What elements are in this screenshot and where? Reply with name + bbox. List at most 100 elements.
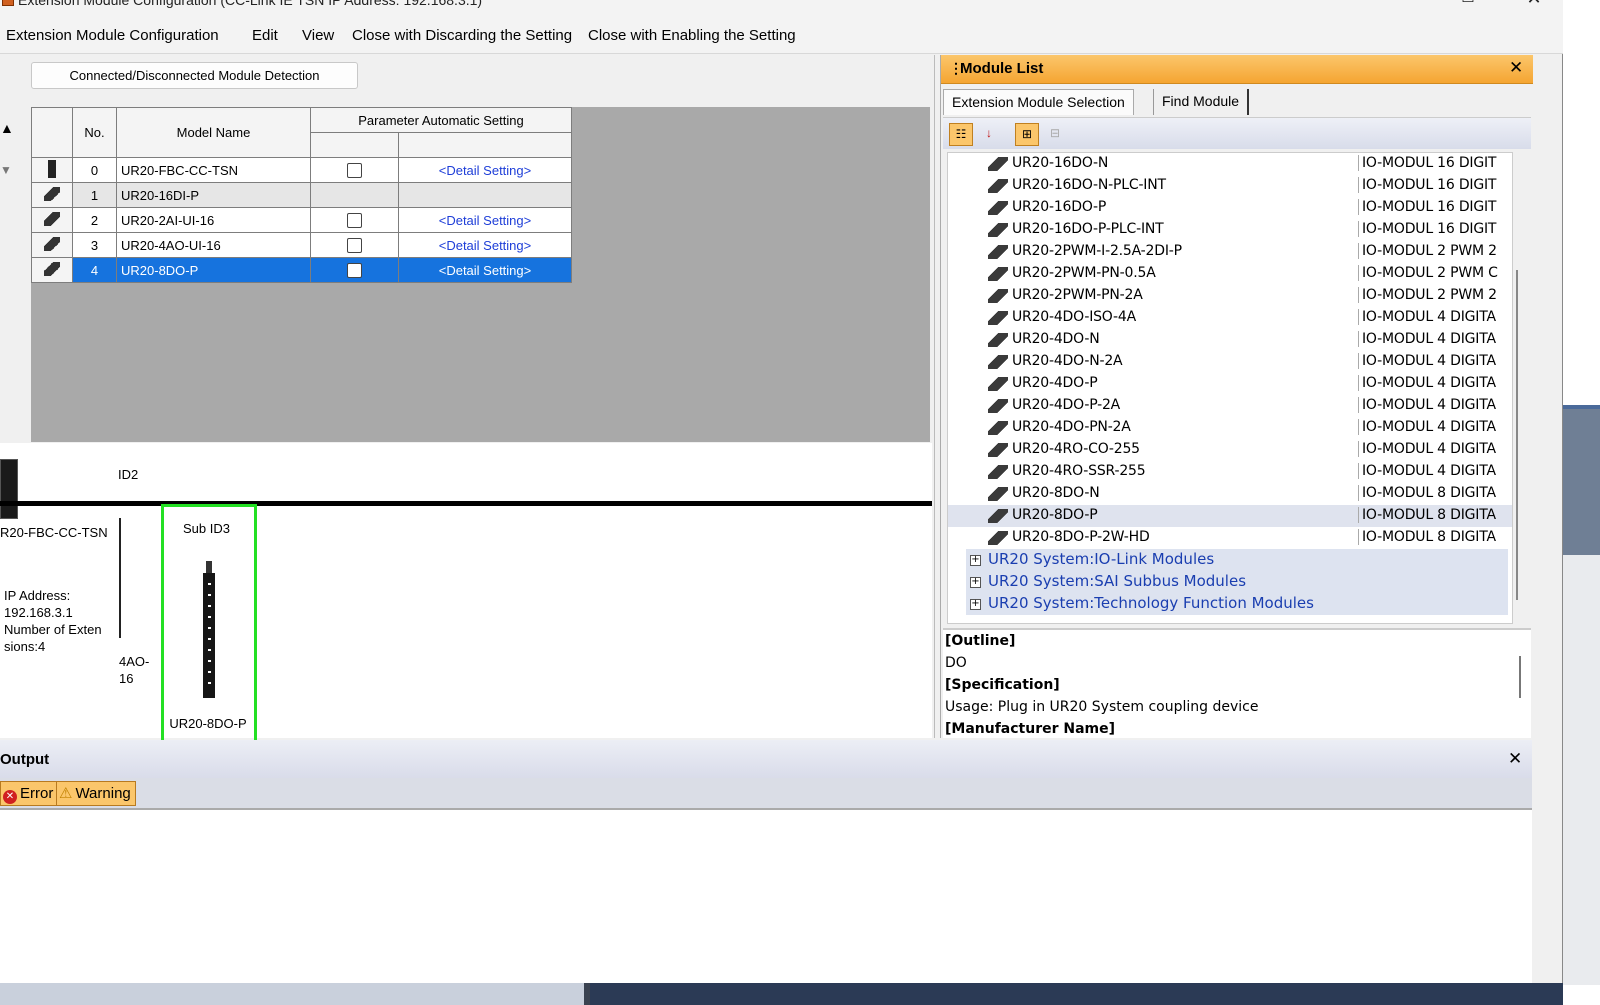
module-name: UR20-4DO-ISO-4A bbox=[1012, 309, 1136, 325]
list-item[interactable]: UR20-4DO-PN-2A IO-MODUL 4 DIGITA bbox=[948, 417, 1512, 439]
module-description: IO-MODUL 4 DIGITA bbox=[1358, 309, 1508, 325]
list-item[interactable]: UR20-4DO-P-2A IO-MODUL 4 DIGITA bbox=[948, 395, 1512, 417]
expand-icon[interactable]: + bbox=[970, 599, 981, 610]
subid3-label: Sub ID3 bbox=[183, 521, 230, 536]
detail-setting-link[interactable]: <Detail Setting> bbox=[398, 232, 572, 258]
list-item[interactable]: UR20-8DO-N IO-MODUL 8 DIGITA bbox=[948, 483, 1512, 505]
warning-icon: ⚠ bbox=[59, 785, 73, 802]
configuration-diagram: R20-FBC-CC-TSN IP Address: 192.168.3.1 N… bbox=[0, 443, 932, 786]
module-detection-button[interactable]: Connected/Disconnected Module Detection bbox=[31, 62, 358, 89]
move-up-icon[interactable]: ▲ bbox=[0, 120, 14, 136]
selected-module-label: UR20-8DO-P bbox=[169, 716, 247, 731]
error-filter-button[interactable]: ✕ Error bbox=[0, 781, 59, 806]
module-tree-list: UR20-16DO-N IO-MODUL 16 DIGIT UR20-16DO-N-… bbox=[947, 152, 1513, 624]
module-icon bbox=[988, 443, 1008, 457]
list-item[interactable]: UR20-4RO-CO-255 IO-MODUL 4 DIGITA bbox=[948, 439, 1512, 461]
list-item[interactable]: UR20-8DO-P-2W-HD IO-MODUL 8 DIGITA bbox=[948, 527, 1512, 549]
module-name: UR20-16DO-P-PLC-INT bbox=[1012, 221, 1164, 237]
list-item[interactable]: UR20-4DO-ISO-4A IO-MODUL 4 DIGITA bbox=[948, 307, 1512, 329]
table-row[interactable]: 1 UR20-16DI-P bbox=[31, 182, 572, 208]
category-view-icon[interactable]: ☷ bbox=[949, 123, 973, 146]
module-description: IO-MODUL 4 DIGITA bbox=[1358, 397, 1508, 413]
background-bar bbox=[1563, 409, 1600, 555]
maximize-icon[interactable]: ☐ bbox=[1458, 0, 1478, 12]
menu-close-enable[interactable]: Close with Enabling the Setting bbox=[588, 27, 796, 44]
module-outline-pane: [Outline] DO [Specification] Usage: Plug… bbox=[943, 628, 1531, 738]
table-row[interactable]: 0 UR20-FBC-CC-TSN <Detail Setting> bbox=[31, 157, 572, 183]
outline-value: DO bbox=[945, 655, 967, 671]
bus-line bbox=[0, 501, 932, 506]
table-row-selected[interactable]: 4 UR20-8DO-P <Detail Setting> bbox=[31, 257, 572, 283]
list-item[interactable]: UR20-8DO-P IO-MODUL 8 DIGITA bbox=[948, 505, 1512, 527]
list-item[interactable]: UR20-16DO-P-PLC-INT IO-MODUL 16 DIGIT bbox=[948, 219, 1512, 241]
param-checkbox-cell[interactable] bbox=[310, 157, 399, 183]
output-toolbar: ✕ Error ⚠ Warning bbox=[0, 778, 1532, 810]
vertical-scrollbar[interactable] bbox=[1516, 270, 1518, 600]
tree-group[interactable]: + UR20 System:SAI Subbus Modules bbox=[966, 571, 1508, 593]
window-title: Extension Module Configuration (CC-Link … bbox=[18, 0, 483, 8]
row-no: 4 bbox=[72, 257, 117, 283]
list-item[interactable]: UR20-4DO-N IO-MODUL 4 DIGITA bbox=[948, 329, 1512, 351]
expand-all-icon[interactable]: ⊞ bbox=[1015, 123, 1039, 146]
detail-setting-link[interactable]: <Detail Setting> bbox=[398, 257, 572, 283]
title-bar: Extension Module Configuration (CC-Link … bbox=[0, 0, 1563, 18]
list-item[interactable]: UR20-16DO-N-PLC-INT IO-MODUL 16 DIGIT bbox=[948, 175, 1512, 197]
module-icon bbox=[988, 289, 1008, 303]
menu-extension-module-configuration[interactable]: Extension Module Configuration bbox=[6, 27, 219, 44]
list-item[interactable]: UR20-16DO-N IO-MODUL 16 DIGIT bbox=[948, 153, 1512, 175]
outline-scrollbar[interactable] bbox=[1519, 656, 1521, 698]
detail-setting-link[interactable]: <Detail Setting> bbox=[398, 207, 572, 233]
row-no: 1 bbox=[72, 182, 117, 208]
param-checkbox[interactable] bbox=[347, 263, 362, 279]
module-icon bbox=[31, 257, 73, 283]
list-item[interactable]: UR20-2PWM-I-2.5A-2DI-P IO-MODUL 2 PWM 2 bbox=[948, 241, 1512, 263]
close-icon[interactable]: ✕ bbox=[1520, 0, 1548, 12]
module-name: UR20-4RO-CO-255 bbox=[1012, 441, 1140, 457]
expand-icon[interactable]: + bbox=[970, 555, 981, 566]
list-item[interactable]: UR20-4DO-N-2A IO-MODUL 4 DIGITA bbox=[948, 351, 1512, 373]
sort-az-icon[interactable]: ↓ bbox=[977, 123, 1001, 146]
header-icon-col bbox=[31, 107, 73, 158]
module-name: UR20-2PWM-PN-0.5A bbox=[1012, 265, 1156, 281]
menu-edit[interactable]: Edit bbox=[252, 27, 278, 44]
param-checkbox-cell[interactable] bbox=[310, 207, 399, 233]
list-item[interactable]: UR20-2PWM-PN-0.5A IO-MODUL 2 PWM C bbox=[948, 263, 1512, 285]
collapse-all-icon[interactable]: ⊟ bbox=[1043, 123, 1067, 146]
close-icon[interactable]: ✕ bbox=[1508, 749, 1522, 769]
previous-module-image[interactable] bbox=[119, 518, 121, 638]
menu-view[interactable]: View bbox=[302, 27, 334, 44]
param-checkbox[interactable] bbox=[347, 163, 362, 179]
module-name: UR20-4RO-SSR-255 bbox=[1012, 463, 1146, 479]
ip-value: 192.168.3.1 bbox=[4, 605, 73, 620]
expand-icon[interactable]: + bbox=[970, 577, 981, 588]
list-item[interactable]: UR20-16DO-P IO-MODUL 16 DIGIT bbox=[948, 197, 1512, 219]
coupler-device-image[interactable] bbox=[0, 459, 18, 519]
previous-module-label-line: 4AO- bbox=[119, 654, 150, 669]
module-description: IO-MODUL 16 DIGIT bbox=[1358, 221, 1508, 237]
device-pins bbox=[208, 583, 211, 693]
list-item[interactable]: UR20-2PWM-PN-2A IO-MODUL 2 PWM 2 bbox=[948, 285, 1512, 307]
move-down-icon[interactable]: ▼ bbox=[0, 163, 12, 177]
param-checkbox[interactable] bbox=[347, 213, 362, 229]
module-icon bbox=[988, 245, 1008, 259]
param-checkbox-cell[interactable] bbox=[310, 232, 399, 258]
output-content bbox=[0, 812, 1532, 983]
tree-group[interactable]: + UR20 System:Technology Function Modules bbox=[966, 593, 1508, 615]
menu-close-discard[interactable]: Close with Discarding the Setting bbox=[352, 27, 572, 44]
outline-title: [Outline] bbox=[945, 633, 1016, 649]
app-icon bbox=[2, 0, 14, 6]
tab-extension-module-selection[interactable]: Extension Module Selection bbox=[943, 89, 1134, 115]
param-checkbox[interactable] bbox=[347, 238, 362, 254]
close-icon[interactable]: ✕ bbox=[1509, 58, 1523, 78]
tree-group[interactable]: + UR20 System:IO-Link Modules bbox=[966, 549, 1508, 571]
row-no: 0 bbox=[72, 157, 117, 183]
tab-find-module[interactable]: Find Module bbox=[1153, 89, 1250, 115]
warning-filter-button[interactable]: ⚠ Warning bbox=[56, 781, 136, 806]
list-item[interactable]: UR20-4DO-P IO-MODUL 4 DIGITA bbox=[948, 373, 1512, 395]
detail-setting-link[interactable]: <Detail Setting> bbox=[398, 157, 572, 183]
table-row[interactable]: 3 UR20-4AO-UI-16 <Detail Setting> bbox=[31, 232, 572, 258]
module-icon bbox=[31, 207, 73, 233]
param-checkbox-cell[interactable] bbox=[310, 257, 399, 283]
table-row[interactable]: 2 UR20-2AI-UI-16 <Detail Setting> bbox=[31, 207, 572, 233]
list-item[interactable]: UR20-4RO-SSR-255 IO-MODUL 4 DIGITA bbox=[948, 461, 1512, 483]
